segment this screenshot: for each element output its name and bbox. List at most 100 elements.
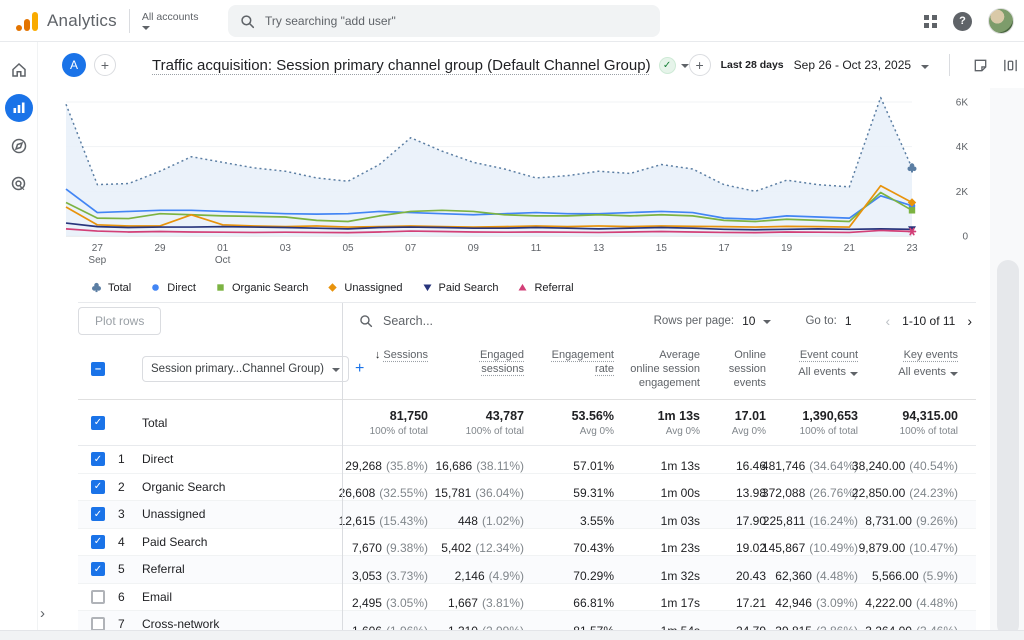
select-all-checkbox[interactable]: – <box>91 362 105 376</box>
column-header[interactable]: Key eventsAll events <box>872 338 972 399</box>
legend-marker-icon <box>516 281 529 294</box>
metric-cell: 9,879.00(10.47%) <box>872 529 972 556</box>
plot-rows-button[interactable]: Plot rows <box>78 307 161 335</box>
analytics-logo-icon <box>16 11 38 31</box>
row-checkbox[interactable] <box>91 617 105 630</box>
table-row[interactable]: ✓ 5 Referral 3,053(3.73%) 2,146(4.9%) 70… <box>78 556 976 584</box>
bar-chart-icon <box>11 100 27 116</box>
date-range[interactable]: Sep 26 - Oct 23, 2025 <box>794 58 911 72</box>
table-search-input[interactable]: Search... <box>342 303 654 338</box>
row-checkbox[interactable]: ✓ <box>91 416 105 430</box>
column-header[interactable]: Average online session engagement <box>628 338 714 399</box>
total-cell: 1,390,653100% of total <box>780 400 872 445</box>
event-scope-selector[interactable]: All events <box>798 365 858 379</box>
row-number: 7 <box>118 611 142 630</box>
metric-cell: 2,146(4.9%) <box>442 556 538 583</box>
notes-icon[interactable] <box>970 55 990 75</box>
table-row[interactable]: ✓ 4 Paid Search 7,670(9.38%) 5,402(12.34… <box>78 529 976 557</box>
property-avatar[interactable]: A <box>62 53 86 77</box>
chevron-down-icon[interactable] <box>921 65 929 69</box>
metric-cell: 1,606(1.96%) <box>342 611 442 630</box>
add-button[interactable]: + <box>689 54 711 76</box>
table-row[interactable]: 7 Cross-network 1,606(1.96%) 1,310(2.99%… <box>78 611 976 630</box>
channel-name: Paid Search <box>142 529 342 556</box>
channel-name: Organic Search <box>142 474 342 501</box>
account-picker[interactable]: All accounts <box>142 12 199 30</box>
metric-cell: 1m 23s <box>628 529 714 556</box>
search-placeholder: Try searching "add user" <box>265 14 396 28</box>
horizontal-scrollbar[interactable] <box>0 630 1024 640</box>
comparisons-icon[interactable] <box>1000 55 1020 75</box>
metric-cell: 1,310(2.99%) <box>442 611 538 630</box>
search-icon <box>359 314 373 328</box>
row-checkbox[interactable]: ✓ <box>91 562 105 576</box>
search-icon <box>240 14 255 29</box>
metric-cell: 1,667(3.81%) <box>442 584 538 611</box>
legend-item[interactable]: Organic Search <box>214 281 308 294</box>
legend-marker-icon <box>421 281 434 294</box>
metric-cell: 42,946(3.09%) <box>780 584 872 611</box>
row-checkbox[interactable]: ✓ <box>91 480 105 494</box>
table-toolbar: Plot rows Search... Rows per page: 10 Go… <box>78 302 976 338</box>
report-title[interactable]: Traffic acquisition: Session primary cha… <box>152 57 651 74</box>
prev-page-chevron[interactable]: ‹ <box>882 313 895 329</box>
row-checkbox[interactable]: ✓ <box>91 507 105 521</box>
row-number: 4 <box>118 529 142 556</box>
rows-per-page-label: Rows per page: <box>654 315 735 327</box>
event-scope-selector[interactable]: All events <box>898 365 958 379</box>
sidebar-item-home[interactable] <box>5 56 33 84</box>
legend-item[interactable]: Unassigned <box>326 281 402 294</box>
rows-per-page-value[interactable]: 10 <box>742 314 755 328</box>
legend-item[interactable]: Paid Search <box>421 281 499 294</box>
chart-legend: Total Direct Organic Search Unassigned Paid … <box>90 281 990 294</box>
traffic-chart[interactable]: 02K4K6K27Sep2901Oct030507091113151719212… <box>64 94 976 276</box>
metric-cell: 16,686(38.11%) <box>442 446 538 473</box>
chevron-down-icon[interactable] <box>681 64 689 68</box>
avatar[interactable] <box>988 8 1014 34</box>
vertical-scrollbar[interactable] <box>997 260 1019 636</box>
global-search-input[interactable]: Try searching "add user" <box>228 5 660 37</box>
legend-marker-icon <box>214 281 227 294</box>
data-quality-icon[interactable]: ✓ <box>659 57 676 74</box>
metric-cell: 29,268(35.8%) <box>342 446 442 473</box>
add-comparison-button[interactable]: + <box>94 54 116 76</box>
row-checkbox[interactable] <box>91 590 105 604</box>
apps-grid-icon[interactable] <box>924 15 937 28</box>
chevron-down-icon <box>142 26 150 30</box>
next-page-chevron[interactable]: › <box>963 313 976 329</box>
table-row[interactable]: 6 Email 2,495(3.05%) 1,667(3.81%) 66.81%… <box>78 584 976 612</box>
legend-item[interactable]: Total <box>90 281 131 294</box>
goto-input[interactable]: 1 <box>845 314 852 328</box>
expand-nav-chevron[interactable]: › <box>40 605 45 622</box>
table-row[interactable]: ✓ 1 Direct 29,268(35.8%) 16,686(38.11%) … <box>78 446 976 474</box>
help-icon[interactable]: ? <box>953 12 972 31</box>
legend-item[interactable]: Referral <box>516 281 573 294</box>
channel-name: Cross-network <box>142 611 342 630</box>
row-checkbox[interactable]: ✓ <box>91 452 105 466</box>
column-header[interactable]: Engaged sessions <box>442 338 538 399</box>
svg-text:27: 27 <box>92 243 104 254</box>
metric-cell: 1m 00s <box>628 474 714 501</box>
column-header[interactable]: ↓Sessions <box>342 338 442 399</box>
metric-cell: 39,815(2.86%) <box>780 611 872 630</box>
dimension-selector[interactable]: Session primary...Channel Group) <box>142 356 349 382</box>
table-row[interactable]: ✓ 2 Organic Search 26,608(32.55%) 15,781… <box>78 474 976 502</box>
explore-icon <box>10 137 28 155</box>
row-number: 5 <box>118 556 142 583</box>
metric-cell: 62,360(4.48%) <box>780 556 872 583</box>
sidebar-item-explore[interactable] <box>5 132 33 160</box>
metric-cell: 3.55% <box>538 501 628 528</box>
sidebar-item-reports[interactable] <box>5 94 33 122</box>
column-header[interactable]: Online session events <box>714 338 780 399</box>
table-header-row: – Session primary...Channel Group) + ↓Se… <box>78 338 976 400</box>
table-row[interactable]: ✓ 3 Unassigned 12,615(15.43%) 448(1.02%)… <box>78 501 976 529</box>
column-header[interactable]: Event countAll events <box>780 338 872 399</box>
chevron-down-icon[interactable] <box>763 320 771 324</box>
sidebar-item-advertising[interactable] <box>5 170 33 198</box>
column-header[interactable]: Engagement rate <box>538 338 628 399</box>
divider <box>949 54 950 76</box>
legend-marker-icon <box>149 281 162 294</box>
legend-item[interactable]: Direct <box>149 281 196 294</box>
channel-name: Unassigned <box>142 501 342 528</box>
row-checkbox[interactable]: ✓ <box>91 535 105 549</box>
